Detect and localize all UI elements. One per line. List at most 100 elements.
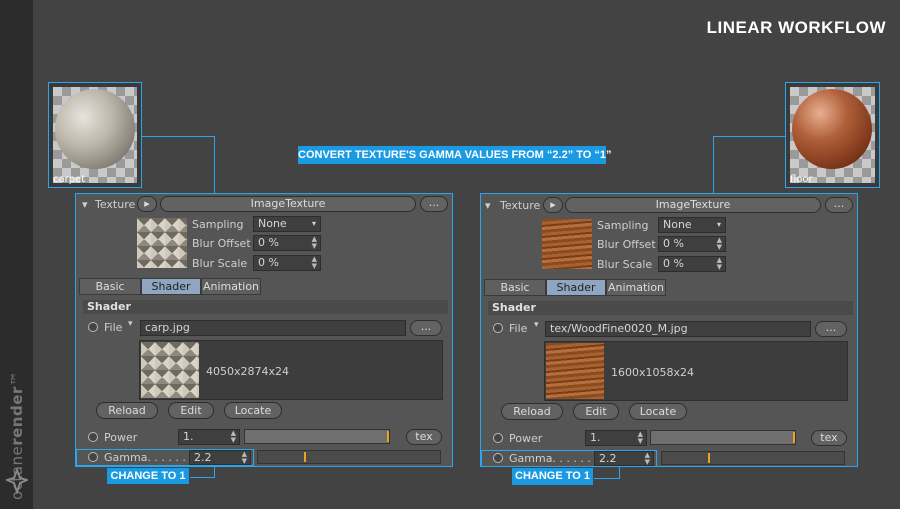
- tab-shader[interactable]: Shader: [141, 278, 201, 295]
- reload-button[interactable]: Reload: [501, 403, 563, 420]
- image-resolution: 1600x1058x24: [611, 366, 695, 379]
- play-arrow-button[interactable]: ▸: [543, 197, 563, 213]
- texture-label: Texture: [500, 199, 541, 212]
- texture-label: Texture: [95, 198, 136, 211]
- page-title: LINEAR WORKFLOW: [706, 18, 886, 37]
- gamma-slider[interactable]: [257, 450, 441, 464]
- spinner-icon[interactable]: ▲ ▼: [312, 236, 317, 250]
- reload-button[interactable]: Reload: [96, 402, 158, 419]
- spinner-icon[interactable]: ▲ ▼: [717, 237, 722, 251]
- callout-convert-gamma: CONVERT TEXTURE'S GAMMA VALUES FROM “2.2…: [298, 146, 612, 164]
- callout-change-to-1: CHANGE TO 1: [512, 468, 593, 485]
- tab-basic[interactable]: Basic: [484, 279, 546, 296]
- chevron-down-icon: ▾: [311, 219, 316, 228]
- tab-animation[interactable]: Animation: [606, 279, 666, 296]
- tab-basic[interactable]: Basic: [79, 278, 141, 295]
- spinner-icon[interactable]: ▲ ▼: [645, 452, 650, 465]
- thumb-label: floor: [790, 174, 813, 185]
- octane-logo-icon: [6, 468, 28, 494]
- blur-scale-input[interactable]: 0 % ▲ ▼: [658, 256, 726, 272]
- thumb-label: carpet: [53, 174, 86, 185]
- locate-button[interactable]: Locate: [629, 403, 687, 420]
- texture-type-button[interactable]: ImageTexture: [565, 197, 821, 213]
- tex-button[interactable]: tex: [811, 430, 847, 446]
- blur-offset-label: Blur Offset: [597, 238, 656, 251]
- tex-button[interactable]: tex: [406, 429, 442, 445]
- spinner-icon[interactable]: ▲ ▼: [231, 430, 236, 444]
- image-resolution: 4050x2874x24: [206, 365, 290, 378]
- gamma-label: Gamma. . . . . . .: [104, 451, 193, 464]
- texture-options-button[interactable]: ...: [825, 197, 853, 213]
- play-arrow-button[interactable]: ▸: [137, 196, 157, 212]
- tab-animation[interactable]: Animation: [201, 278, 261, 295]
- file-radio[interactable]: [88, 322, 98, 332]
- image-thumbnail: [546, 343, 604, 399]
- texture-panel-right: ▾ Texture ▸ ImageTexture ... Sampling No…: [480, 193, 858, 467]
- chevron-down-icon[interactable]: ▾: [534, 320, 539, 330]
- power-slider[interactable]: [650, 430, 796, 445]
- blur-offset-label: Blur Offset: [192, 237, 251, 250]
- edit-button[interactable]: Edit: [168, 402, 214, 419]
- power-input[interactable]: 1. ▲ ▼: [178, 429, 240, 445]
- chevron-down-icon: ▾: [716, 220, 721, 229]
- locate-button[interactable]: Locate: [224, 402, 282, 419]
- gamma-radio[interactable]: [88, 452, 98, 462]
- material-thumb-carpet[interactable]: carpet: [48, 82, 142, 188]
- power-radio[interactable]: [88, 432, 98, 442]
- file-radio[interactable]: [493, 323, 503, 333]
- sampling-select[interactable]: None ▾: [253, 216, 321, 232]
- connector-line: [594, 478, 620, 479]
- slider-handle[interactable]: [708, 453, 710, 463]
- chevron-down-icon[interactable]: ▾: [128, 319, 133, 329]
- file-path-input[interactable]: tex/WoodFine0020_M.jpg: [545, 321, 811, 337]
- texture-options-button[interactable]: ...: [420, 196, 448, 212]
- power-radio[interactable]: [493, 433, 503, 443]
- file-browse-button[interactable]: ...: [815, 321, 847, 337]
- blur-scale-input[interactable]: 0 % ▲ ▼: [253, 255, 321, 271]
- spinner-icon[interactable]: ▲ ▼: [312, 256, 317, 270]
- slider-handle[interactable]: [793, 432, 795, 443]
- connector-line: [190, 477, 215, 478]
- file-path-input[interactable]: carp.jpg: [140, 320, 406, 336]
- spinner-icon[interactable]: ▲ ▼: [638, 431, 643, 445]
- gamma-radio[interactable]: [493, 453, 503, 463]
- material-thumb-floor[interactable]: floor: [785, 82, 880, 188]
- tab-shader[interactable]: Shader: [546, 279, 606, 296]
- gamma-input[interactable]: 2.2 ▲ ▼: [594, 451, 654, 466]
- power-label: Power: [104, 431, 138, 444]
- sampling-select[interactable]: None ▾: [658, 217, 726, 233]
- sampling-label: Sampling: [192, 218, 244, 231]
- power-slider[interactable]: [244, 429, 390, 444]
- texture-type-button[interactable]: ImageTexture: [160, 196, 416, 212]
- slider-handle[interactable]: [387, 431, 389, 442]
- edit-button[interactable]: Edit: [573, 403, 619, 420]
- section-header-shader: Shader: [83, 300, 448, 314]
- material-sphere: [55, 89, 135, 169]
- file-browse-button[interactable]: ...: [410, 320, 442, 336]
- spinner-icon[interactable]: ▲ ▼: [242, 451, 247, 464]
- texture-swatch: [542, 219, 592, 269]
- power-input[interactable]: 1. ▲ ▼: [585, 430, 647, 446]
- file-label: File: [104, 321, 123, 334]
- file-label: File: [509, 322, 528, 335]
- power-label: Power: [509, 432, 543, 445]
- collapse-arrow-icon[interactable]: ▾: [485, 199, 491, 212]
- connector-line: [214, 136, 215, 194]
- connector-line: [713, 136, 785, 137]
- spinner-icon[interactable]: ▲ ▼: [717, 257, 722, 271]
- callout-change-to-1: CHANGE TO 1: [107, 468, 189, 484]
- connector-line: [713, 136, 714, 194]
- gamma-label: Gamma. . . . . . .: [509, 452, 598, 465]
- gamma-slider[interactable]: [661, 451, 845, 465]
- blur-scale-label: Blur Scale: [192, 257, 248, 270]
- material-sphere: [792, 89, 872, 169]
- texture-panel-left: ▾ Texture ▸ ImageTexture ... Sampling No…: [75, 193, 453, 467]
- slider-handle[interactable]: [304, 452, 306, 462]
- collapse-arrow-icon[interactable]: ▾: [82, 198, 88, 211]
- connector-line: [142, 136, 215, 137]
- blur-offset-input[interactable]: 0 % ▲ ▼: [253, 235, 321, 251]
- gamma-input[interactable]: 2.2 ▲ ▼: [189, 450, 251, 465]
- texture-swatch: [137, 218, 187, 268]
- image-thumbnail: [141, 342, 199, 398]
- blur-offset-input[interactable]: 0 % ▲ ▼: [658, 236, 726, 252]
